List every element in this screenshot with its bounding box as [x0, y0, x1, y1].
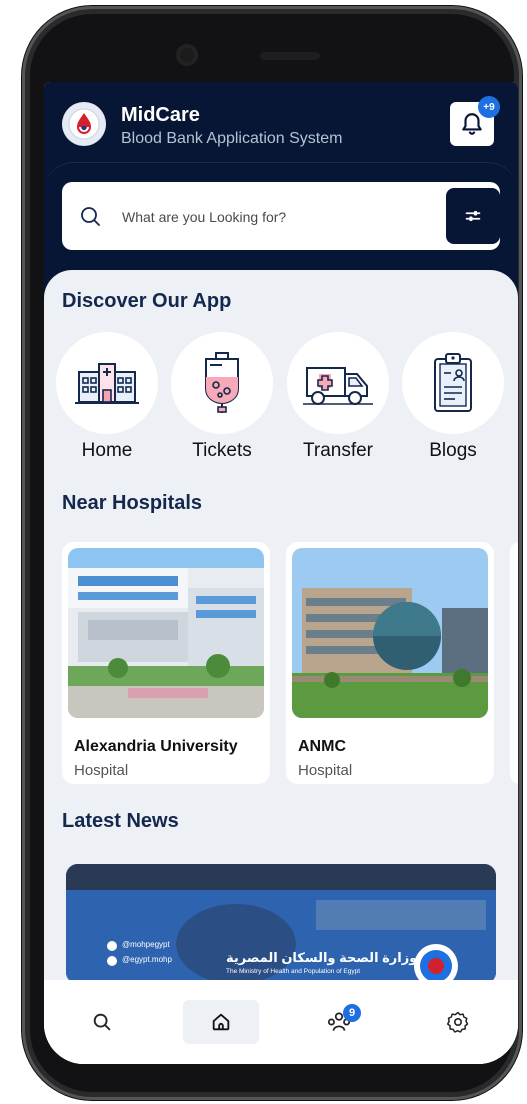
ambulance-icon [303, 367, 373, 405]
category-label: Blogs [429, 440, 477, 461]
sliders-icon [465, 210, 481, 222]
app-screen: MidCare Blood Bank Application System +9 [44, 82, 518, 1064]
news-section-title: Latest News [62, 810, 179, 832]
discover-section-title: Discover Our App [62, 290, 232, 312]
nav-home-button[interactable] [183, 1000, 259, 1044]
community-badge: 9 [343, 1004, 361, 1022]
hospital-name: ANMC [298, 738, 346, 755]
hospital-type: Hospital [74, 762, 129, 779]
blood-drop-logo-icon [68, 108, 100, 140]
filter-button[interactable] [446, 188, 500, 244]
news-english-title: The Ministry of Health and Population of… [226, 968, 361, 975]
app-title: MidCare [121, 104, 200, 126]
settings-icon [446, 1011, 469, 1033]
app-logo [62, 102, 106, 146]
bottom-navigation: 9 [44, 980, 518, 1064]
hospital-photo [292, 548, 488, 718]
category-label: Transfer [302, 440, 374, 461]
hospital-building-icon [75, 363, 139, 404]
notification-badge: +9 [478, 96, 500, 118]
hospital-name: Alexandria University [74, 738, 238, 755]
news-twitter-handle: @mohpegypt [122, 940, 170, 949]
hospital-type: Hospital [298, 762, 353, 779]
search-icon [81, 207, 100, 226]
category-transfer[interactable]: Transfer [287, 332, 389, 462]
hospital-card-partial[interactable] [510, 542, 518, 784]
search-input[interactable] [120, 202, 414, 232]
search-bar [62, 182, 500, 250]
category-blogs[interactable]: Blogs [402, 332, 504, 462]
search-icon [93, 1013, 111, 1031]
hospitals-section-title: Near Hospitals [62, 492, 203, 514]
clipboard-icon [434, 353, 472, 412]
news-arabic-title: وزارة الصحة والسكان المصرية [226, 950, 418, 965]
front-camera [176, 44, 198, 66]
home-icon [212, 1013, 230, 1031]
notifications-button[interactable]: +9 [450, 96, 500, 146]
category-home[interactable]: Home [56, 332, 158, 462]
nav-settings-button[interactable] [420, 1000, 496, 1044]
hospital-card[interactable]: Alexandria University Hospital [62, 542, 270, 784]
category-label: Tickets [192, 440, 252, 461]
hospital-card[interactable]: ANMC Hospital [286, 542, 494, 784]
news-banner[interactable]: @mohpegypt @egypt.mohp وزارة الصحة والسك… [66, 864, 496, 984]
nav-search-button[interactable] [64, 1000, 140, 1044]
category-tickets[interactable]: Tickets [171, 332, 273, 462]
hospital-photo [68, 548, 264, 718]
news-banner-art [66, 864, 496, 984]
nav-community-button[interactable]: 9 [301, 1000, 377, 1044]
blood-bag-icon [205, 352, 239, 413]
app-subtitle: Blood Bank Application System [121, 130, 343, 147]
earpiece-speaker [260, 52, 320, 60]
news-facebook-handle: @egypt.mohp [122, 955, 172, 964]
category-label: Home [81, 440, 133, 461]
